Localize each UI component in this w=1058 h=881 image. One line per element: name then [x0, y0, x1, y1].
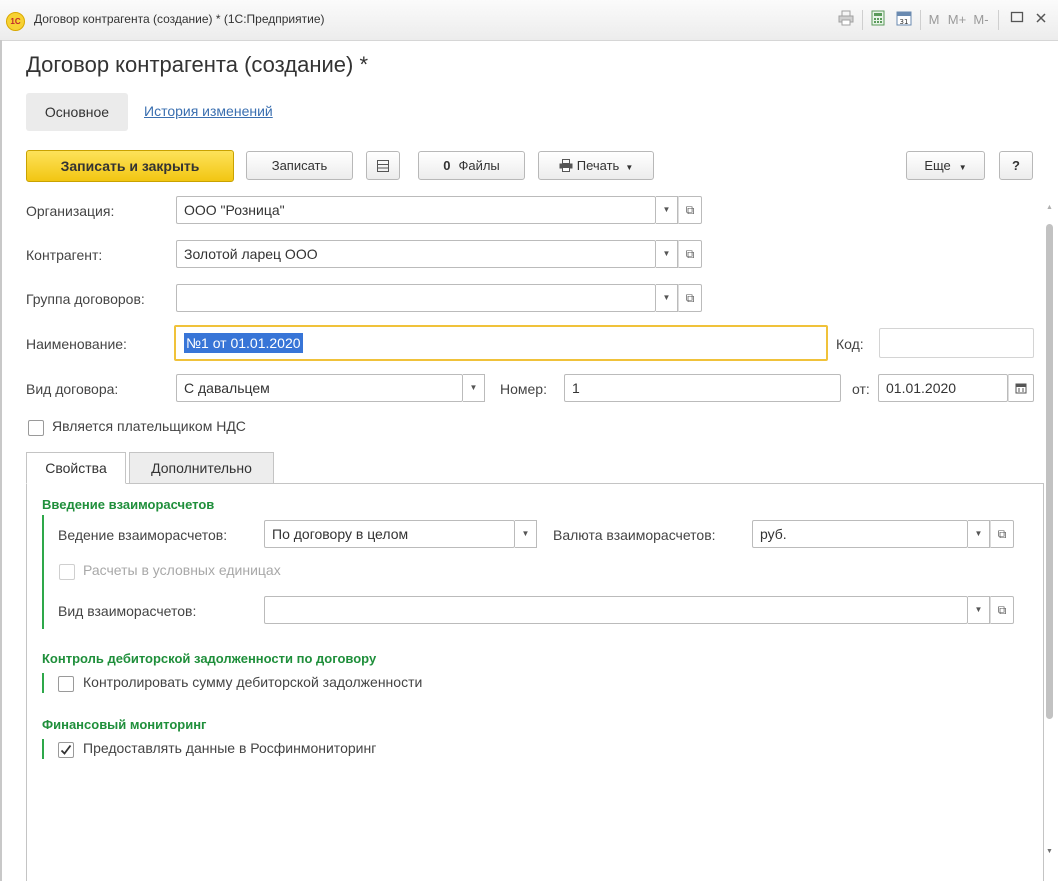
close-icon[interactable]: [1032, 10, 1050, 30]
contract-type-field[interactable]: С давальцем: [176, 374, 463, 402]
date-field[interactable]: 01.01.2020: [878, 374, 1008, 402]
tab-additional[interactable]: Дополнительно: [129, 452, 274, 484]
contract-group-dropdown-icon[interactable]: ▼: [656, 284, 678, 312]
more-button-label: Еще: [924, 158, 951, 173]
toolbar-separator: [920, 10, 921, 30]
counterparty-field[interactable]: Золотой ларец ООО: [176, 240, 656, 268]
print-button[interactable]: Печать ▼: [538, 151, 654, 180]
org-label: Организация:: [26, 203, 115, 219]
tab-properties[interactable]: Свойства: [26, 452, 126, 484]
files-button-label: Файлы: [458, 158, 500, 173]
debt-control-group-bar: [42, 673, 44, 693]
number-field[interactable]: 1: [564, 374, 841, 402]
settlement-kind-label: Вид взаиморасчетов:: [58, 603, 197, 619]
settlement-kind-dropdown-icon[interactable]: ▼: [968, 596, 990, 624]
chevron-down-icon: ▼: [625, 163, 634, 172]
save-button[interactable]: Записать: [246, 151, 353, 180]
print-icon[interactable]: [836, 10, 856, 30]
contract-type-dropdown-icon[interactable]: ▼: [463, 374, 485, 402]
counterparty-dropdown-icon[interactable]: ▼: [656, 240, 678, 268]
list-icon: [377, 160, 389, 172]
org-field[interactable]: ООО "Розница": [176, 196, 656, 224]
app-logo-icon: 1С: [6, 12, 25, 31]
debt-control-checkbox[interactable]: [58, 676, 74, 692]
checkmark-icon: [60, 744, 72, 755]
save-and-close-button[interactable]: Записать и закрыть: [26, 150, 234, 182]
window-border: [0, 40, 2, 881]
settlements-group-bar: [42, 515, 44, 629]
settlements-mode-label: Ведение взаиморасчетов:: [58, 527, 228, 543]
code-field[interactable]: [879, 328, 1034, 358]
name-field-selected-text: №1 от 01.01.2020: [184, 333, 303, 353]
currency-dropdown-icon[interactable]: ▼: [968, 520, 990, 548]
scroll-down-icon[interactable]: ▼: [1046, 848, 1053, 855]
more-button[interactable]: Еще ▼: [906, 151, 985, 180]
list-view-button[interactable]: [366, 151, 400, 180]
memory-mminus-button[interactable]: M-: [970, 10, 992, 30]
window-title: Договор контрагента (создание) * (1С:Пре…: [34, 12, 325, 26]
memory-m-button[interactable]: M: [926, 10, 942, 30]
fin-monitoring-label: Предоставлять данные в Росфинмониторинг: [83, 740, 377, 756]
nav-history-link[interactable]: История изменений: [144, 103, 273, 119]
settlements-group-title: Введение взаиморасчетов: [42, 497, 215, 512]
conv-units-checkbox[interactable]: [59, 564, 75, 580]
contract-type-label: Вид договора:: [26, 381, 119, 397]
contract-group-label: Группа договоров:: [26, 291, 145, 307]
vat-payer-checkbox[interactable]: [28, 420, 44, 436]
conv-units-label: Расчеты в условных единицах: [83, 562, 281, 578]
code-label: Код:: [836, 336, 864, 352]
paperclip-icon: 0: [443, 158, 451, 173]
scroll-up-icon[interactable]: ▲: [1046, 204, 1053, 211]
contract-group-open-icon[interactable]: ⧉: [678, 284, 702, 312]
files-button[interactable]: 0 Файлы: [418, 151, 525, 180]
counterparty-open-icon[interactable]: ⧉: [678, 240, 702, 268]
number-label: Номер:: [500, 381, 547, 397]
org-open-icon[interactable]: ⧉: [678, 196, 702, 224]
date-picker-button[interactable]: [1008, 374, 1034, 402]
settlements-mode-dropdown-icon[interactable]: ▼: [515, 520, 537, 548]
settlement-kind-field[interactable]: [264, 596, 968, 624]
counterparty-label: Контрагент:: [26, 247, 103, 263]
chevron-down-icon: ▼: [958, 163, 967, 172]
org-dropdown-icon[interactable]: ▼: [656, 196, 678, 224]
debt-control-group-title: Контроль дебиторской задолженности по до…: [42, 651, 377, 666]
calendar-icon[interactable]: 31: [894, 10, 914, 30]
fin-monitoring-group-title: Финансовый мониторинг: [42, 717, 207, 732]
scrollbar-thumb[interactable]: [1046, 224, 1053, 719]
form-title: Договор контрагента (создание) *: [26, 52, 368, 77]
currency-open-icon[interactable]: ⧉: [990, 520, 1014, 548]
nav-main-link[interactable]: Основное: [26, 93, 128, 131]
date-label: от:: [852, 381, 870, 397]
toolbar-separator: [998, 10, 999, 30]
print-button-label: Печать: [576, 158, 620, 173]
toolbar-separator: [862, 10, 863, 30]
fin-monitoring-checkbox[interactable]: [58, 742, 74, 758]
help-button[interactable]: ?: [999, 151, 1033, 180]
calendar-day-text: 31: [900, 18, 909, 26]
vat-payer-label: Является плательщиком НДС: [52, 418, 246, 434]
currency-field[interactable]: руб.: [752, 520, 968, 548]
settlements-mode-field[interactable]: По договору в целом: [264, 520, 515, 548]
name-field[interactable]: №1 от 01.01.2020: [174, 325, 828, 361]
settlement-kind-open-icon[interactable]: ⧉: [990, 596, 1014, 624]
contract-group-field[interactable]: [176, 284, 656, 312]
maximize-icon[interactable]: [1008, 10, 1026, 30]
name-label: Наименование:: [26, 336, 127, 352]
calculator-icon[interactable]: [868, 10, 888, 30]
printer-icon: [559, 159, 573, 172]
fin-monitoring-group-bar: [42, 739, 44, 759]
debt-control-label: Контролировать сумму дебиторской задолже…: [83, 674, 423, 690]
currency-label: Валюта взаиморасчетов:: [553, 527, 716, 543]
memory-mplus-button[interactable]: M+: [946, 10, 968, 30]
calendar-icon: [1015, 383, 1027, 394]
